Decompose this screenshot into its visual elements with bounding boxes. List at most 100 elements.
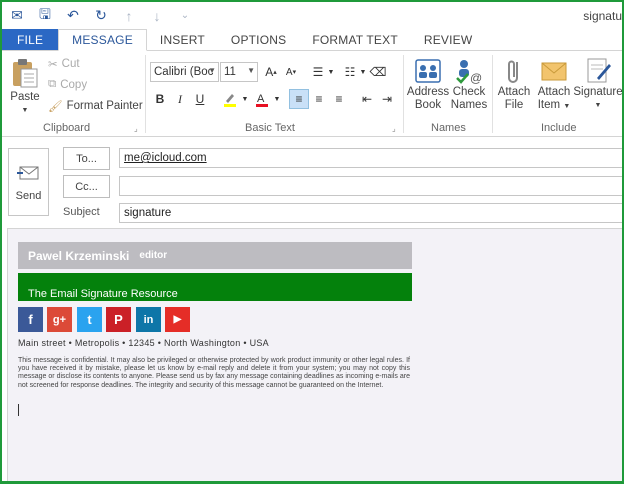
underline-button[interactable]: U [190,89,210,109]
paste-icon [13,59,38,88]
shrink-font-icon[interactable]: A ▾ [281,62,301,82]
decrease-indent-icon[interactable]: ⇤ [357,89,377,109]
bold-button[interactable]: B [150,89,170,109]
cut-button[interactable]: ✂ Cut [48,57,80,71]
to-recipient[interactable]: me@icloud.com [124,152,207,164]
signature-name: Pawel Krzeminski [28,248,130,263]
paperclip-icon [508,60,518,83]
google-plus-icon[interactable]: g+ [47,307,72,332]
linkedin-icon[interactable]: in [136,307,161,332]
cc-button[interactable]: Cc... [63,175,110,198]
tab-review[interactable]: REVIEW [411,29,486,50]
paste-button[interactable]: Paste ▼ [8,57,42,117]
tab-format-text[interactable]: FORMAT TEXT [299,29,411,50]
font-size-value: 11 [224,66,236,78]
grow-font-icon[interactable]: A ▴ [261,62,281,82]
twitter-icon[interactable]: t [77,307,102,332]
check-names-label-2: Names [450,99,488,111]
signature-org: The Email Signature Resource [28,288,178,300]
align-left-icon[interactable]: ≡ [289,89,309,109]
attach-file-button[interactable]: Attach File [496,56,532,112]
customize-icon[interactable]: ⌄ [172,5,198,27]
chevron-down-icon: ▼ [247,66,255,75]
text-cursor [18,404,19,416]
address-book-label: Address [406,86,450,98]
tab-insert[interactable]: INSERT [147,29,218,50]
subject-field[interactable]: signature [119,203,622,223]
names-group-label: Names [431,122,466,134]
increase-indent-icon[interactable]: ⇥ [377,89,397,109]
quick-access-toolbar: ✉ 🖫 ↶ ↻ ↑ ↓ ⌄ signatu [2,2,622,29]
attach-item-label-2: Item ▼ [537,99,571,111]
dialog-launcher-icon[interactable]: ⌟ [134,124,138,133]
tab-file[interactable]: FILE [2,29,59,50]
format-painter-label: Format Painter [66,100,143,112]
chevron-down-icon[interactable]: ▼ [321,62,341,82]
undo-icon[interactable]: ↶ [60,5,86,27]
check-names-icon: @ [456,60,482,85]
tab-message[interactable]: MESSAGE [58,29,147,51]
signature-org-bar: The Email Signature Resource [18,273,412,301]
tab-options[interactable]: OPTIONS [218,29,299,50]
group-separator [403,55,404,133]
save-icon[interactable]: 🖫 [32,5,58,27]
address-book-icon [415,59,441,83]
signature-role: editor [139,250,168,261]
cut-label: Cut [61,58,80,70]
mail-icon[interactable]: ✉ [4,5,30,27]
basic-text-group-label: Basic Text [245,122,295,134]
send-icon [16,166,38,180]
include-group-label: Include [541,122,577,134]
redo-icon[interactable]: ↻ [88,5,114,27]
chevron-down-icon: ▼ [594,102,602,109]
down-arrow-icon[interactable]: ↓ [144,5,170,27]
signature-button[interactable]: Signature ▼ [573,56,623,112]
outlook-compose-window: ✉ 🖫 ↶ ↻ ↑ ↓ ⌄ signatu FILE MESSAGE INSER… [0,0,624,484]
ribbon-tabs: FILE MESSAGE INSERT OPTIONS FORMAT TEXT … [2,29,622,51]
dialog-launcher-icon[interactable]: ⌟ [392,124,396,133]
check-names-button[interactable]: @ Check Names [450,56,488,112]
align-right-icon[interactable]: ≡ [329,89,349,109]
attach-file-label: Attach [497,86,531,98]
font-name-select[interactable]: Calibri (Boc ▼ [150,62,219,82]
align-center-icon[interactable]: ≡ [309,89,329,109]
svg-text:A: A [257,93,265,105]
ribbon: Paste ▼ ✂ Cut ⧉ Copy 🖌 Format Painter Cl… [2,51,622,137]
paintbrush-icon: 🖌 [48,101,63,113]
clear-formatting-icon[interactable]: ⌫ [368,62,388,82]
group-separator [492,55,493,133]
send-button[interactable]: Send [8,148,49,216]
signature-name-bar: Pawel Krzeminski editor [18,242,412,269]
scissors-icon: ✂ [48,59,58,71]
chevron-down-icon[interactable]: ▼ [267,89,287,109]
signature-icon [587,58,611,83]
address-book-button[interactable]: Address Book [407,56,449,112]
italic-button[interactable]: I [170,89,190,109]
to-button[interactable]: To... [63,147,110,170]
envelope-icon [541,62,567,81]
send-label: Send [15,190,42,202]
format-painter-button[interactable]: 🖌 Format Painter [48,99,143,113]
facebook-icon[interactable]: f [18,307,43,332]
signature-address: Main street • Metropolis • 12345 • North… [18,338,269,348]
attach-file-label-2: File [504,99,524,111]
cc-field[interactable] [119,176,622,196]
paste-label: Paste [10,91,40,103]
body-left-border [7,229,8,481]
signature-label: Signature [573,86,623,98]
chevron-down-icon: ▼ [21,107,29,114]
check-names-label: Check [452,86,486,98]
up-arrow-icon[interactable]: ↑ [116,5,142,27]
window-title: signatu [583,9,622,23]
svg-text:@: @ [470,71,482,85]
copy-label: Copy [60,78,88,91]
copy-icon: ⧉ [48,78,57,90]
font-size-select[interactable]: 11 ▼ [220,62,258,82]
pinterest-icon[interactable]: P [106,307,131,332]
copy-button[interactable]: ⧉ Copy [48,78,87,91]
address-book-label-2: Book [414,99,442,111]
to-field[interactable]: me@icloud.com [119,148,622,168]
attach-item-button[interactable]: Attach Item ▼ [534,56,574,113]
signature-disclaimer: This message is confidential. It may als… [18,357,410,389]
youtube-icon[interactable]: ▶ [165,307,190,332]
